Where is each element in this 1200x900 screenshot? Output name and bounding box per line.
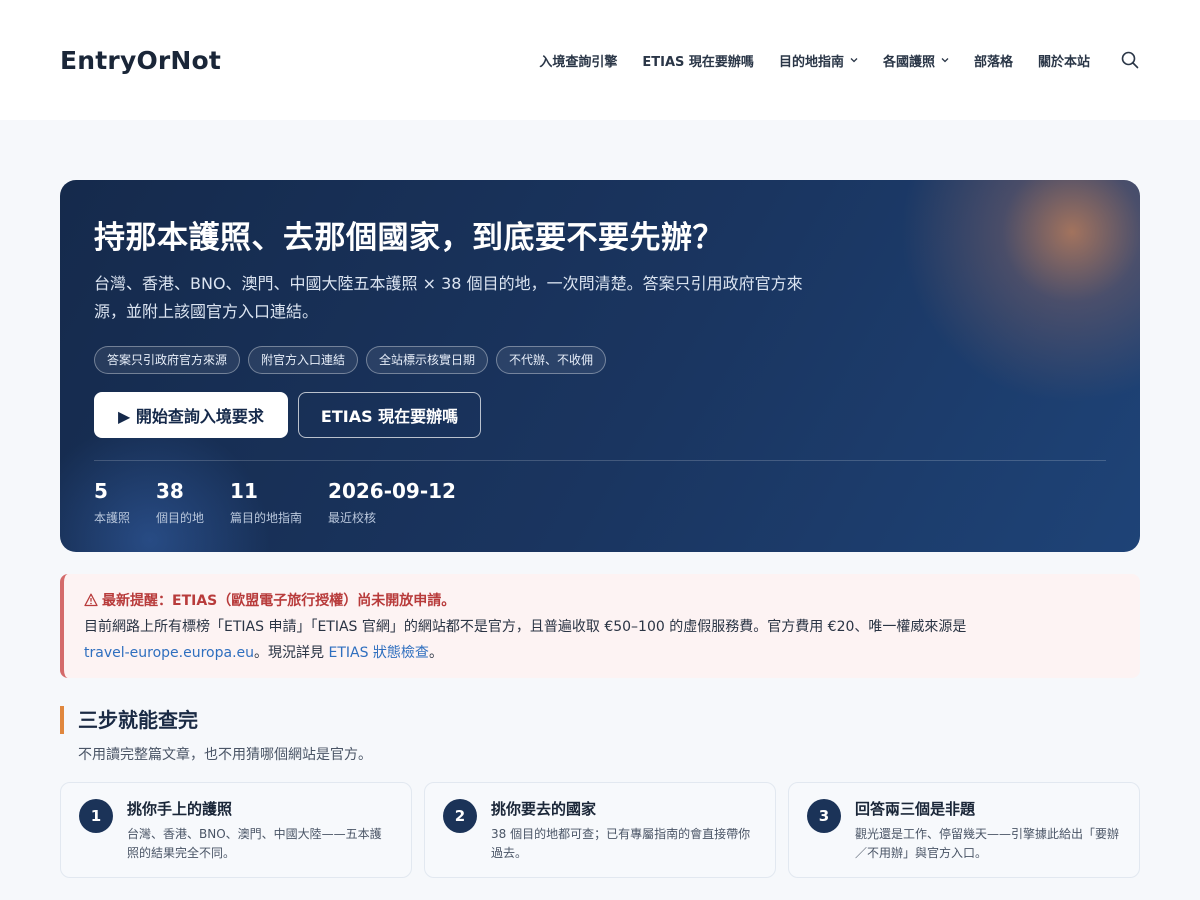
step-card[interactable]: 1 挑你手上的護照 台灣、香港、BNO、澳門、中國大陸——五本護照的結果完全不同… [60,782,412,878]
nav-item-passports[interactable]: 各國護照 [883,51,949,70]
feature-chips: 答案只引政府官方來源 附官方入口連結 全站標示核實日期 不代辦、不收佣 [94,346,1106,374]
stat-label: 篇目的地指南 [230,511,303,525]
alert-title-text: 最新提醒：ETIAS（歐盟電子旅行授權）尚未開放申請。 [102,593,456,609]
etias-alert: 最新提醒：ETIAS（歐盟電子旅行授權）尚未開放申請。 目前網路上所有標榜「ET… [60,574,1140,678]
stat-label: 個目的地 [156,511,205,525]
step-card[interactable]: 2 挑你要去的國家 38 個目的地都可查；已有專屬指南的會直接帶你過去。 [424,782,776,878]
hero-title: 持那本護照、去那個國家，到底要不要先辦？ [94,220,724,256]
chevron-down-icon [850,58,858,63]
nav-item-destination-guides[interactable]: 目的地指南 [779,51,858,70]
official-site-link[interactable]: travel-europe.europa.eu [84,645,254,661]
section-subtitle: 不用讀完整篇文章，也不用猜哪個網站是官方。 [78,747,372,763]
hero-subtitle: 台灣、香港、BNO、澳門、中國大陸五本護照 × 38 個目的地，一次問清楚。答案… [94,274,803,321]
stat-last-verified: 2026-09-12 最近校核 [328,479,456,526]
step-title: 挑你手上的護照 [127,800,233,818]
hero-banner: 持那本護照、去那個國家，到底要不要先辦？ 台灣、香港、BNO、澳門、中國大陸五本… [60,180,1140,552]
stat-guides: 11 篇目的地指南 [230,479,302,526]
main-nav: 入境查詢引擎 ETIAS 現在要辦嗎 目的地指南 各國護照 部落格 關於本站 [539,50,1140,70]
stat-passports: 5 本護照 [94,479,130,526]
stat-label: 最近校核 [328,511,377,525]
step-title: 回答兩三個是非題 [855,800,976,818]
search-icon [1121,51,1139,69]
stat-label: 本護照 [94,511,131,525]
feature-chip: 不代辦、不收佣 [496,346,607,374]
stat-value: 11 [230,479,258,503]
nav-item-blog[interactable]: 部落格 [974,51,1013,70]
nav-item-label: 入境查詢引擎 [539,54,618,70]
stat-value: 2026-09-12 [328,479,456,503]
alert-text: 目前網路上所有標榜「ETIAS 申請」「ETIAS 官網」的網站都不是官方，且普… [84,619,967,635]
feature-chip: 全站標示核實日期 [366,346,489,374]
nav-item-about[interactable]: 關於本站 [1038,51,1090,70]
step-number-badge: 2 [443,799,477,833]
start-query-button[interactable]: ▶ 開始查詢入境要求 [94,392,288,438]
nav-item-entry-engine[interactable]: 入境查詢引擎 [539,51,617,70]
alert-body: 目前網路上所有標榜「ETIAS 申請」「ETIAS 官網」的網站都不是官方，且普… [84,614,1120,666]
section-title: 三步就能查完 [60,706,372,734]
step-number-badge: 1 [79,799,113,833]
stat-destinations: 38 個目的地 [156,479,204,526]
search-button[interactable] [1120,50,1140,70]
step-title: 挑你要去的國家 [491,800,597,818]
nav-item-label: 目的地指南 [778,54,844,70]
feature-chip: 附官方入口連結 [248,346,359,374]
site-header: EntryOrNot 入境查詢引擎 ETIAS 現在要辦嗎 目的地指南 各國護照… [0,0,1200,120]
step-card[interactable]: 3 回答兩三個是非題 觀光還是工作、停留幾天——引擎據此給出「要辦／不用辦」與官… [788,782,1140,878]
warning-icon [84,593,98,607]
nav-item-label: ETIAS 現在要辦嗎 [642,54,754,70]
hero-divider [94,460,1106,461]
steps-cards: 1 挑你手上的護照 台灣、香港、BNO、澳門、中國大陸——五本護照的結果完全不同… [60,782,1140,878]
step-description: 38 個目的地都可查；已有專屬指南的會直接帶你過去。 [491,827,751,860]
alert-title: 最新提醒：ETIAS（歐盟電子旅行授權）尚未開放申請。 [84,590,1120,610]
step-description: 台灣、香港、BNO、澳門、中國大陸——五本護照的結果完全不同。 [127,827,382,860]
step-description: 觀光還是工作、停留幾天——引擎據此給出「要辦／不用辦」與官方入口。 [855,827,1120,860]
hero-actions: ▶ 開始查詢入境要求 ETIAS 現在要辦嗎 [94,392,1106,438]
steps-section-header: 三步就能查完 不用讀完整篇文章，也不用猜哪個網站是官方。 [60,706,372,764]
nav-item-label: 各國護照 [882,54,935,70]
site-logo[interactable]: EntryOrNot [60,46,221,75]
feature-chip: 答案只引政府官方來源 [94,346,241,374]
alert-text: 。 [428,645,443,661]
nav-item-label: 部落格 [973,54,1013,70]
step-number-badge: 3 [807,799,841,833]
hero-stats: 5 本護照 38 個目的地 11 篇目的地指南 2026-09-12 最近校核 [94,479,1106,526]
nav-item-label: 關於本站 [1037,54,1090,70]
stat-value: 38 [156,479,184,503]
stat-value: 5 [94,479,108,503]
alert-text: 。現況詳見 [254,645,325,661]
nav-item-etias[interactable]: ETIAS 現在要辦嗎 [642,51,754,70]
chevron-down-icon [941,58,949,63]
etias-button[interactable]: ETIAS 現在要辦嗎 [297,392,482,438]
etias-status-link[interactable]: ETIAS 狀態檢查 [328,645,428,661]
